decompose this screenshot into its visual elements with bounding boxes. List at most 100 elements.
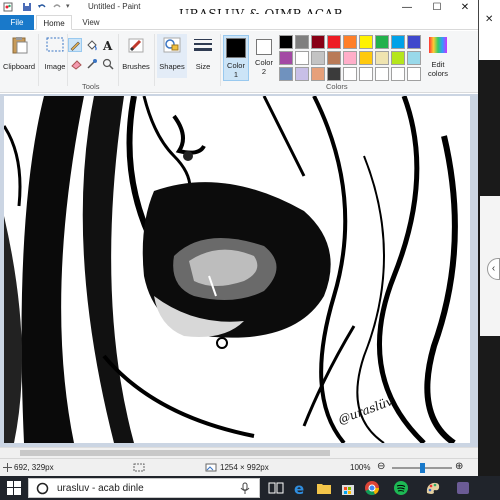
store-icon[interactable] (340, 480, 356, 496)
text-icon[interactable]: A (102, 39, 114, 51)
clipboard-button[interactable]: Clipboard (3, 34, 35, 78)
palette-swatch[interactable] (311, 67, 325, 81)
palette-swatch[interactable] (295, 35, 309, 49)
horizontal-scrollbar[interactable] (0, 447, 478, 458)
magnifier-icon[interactable] (102, 58, 114, 70)
palette-swatch[interactable] (327, 35, 341, 49)
group-separator (118, 34, 119, 86)
tab-file[interactable]: File (0, 15, 34, 30)
palette-swatch[interactable] (375, 35, 389, 49)
zoom-in-icon[interactable]: ⊕ (455, 461, 463, 472)
edit-colors-label-2: colors (427, 69, 448, 78)
minimize-button[interactable]: — (394, 0, 420, 14)
palette-swatch[interactable] (375, 51, 389, 65)
window-title: Untitled - Paint (88, 2, 141, 11)
taskbar-search-box[interactable]: urasluv - acab dinle (28, 478, 260, 498)
palette-swatch[interactable] (359, 51, 373, 65)
palette-swatch[interactable] (279, 67, 293, 81)
pencil-tool-button[interactable] (68, 38, 82, 52)
palette-swatch[interactable] (311, 35, 325, 49)
image-size-icon (205, 463, 217, 472)
picker-icon[interactable] (86, 58, 98, 70)
palette-swatch[interactable] (359, 35, 373, 49)
background-window-close-icon[interactable]: ✕ (485, 14, 493, 25)
clipboard-label: Clipboard (2, 62, 36, 71)
palette-swatch[interactable] (391, 51, 405, 65)
group-separator (38, 34, 39, 86)
maximize-button[interactable]: ☐ (424, 0, 450, 14)
color1-label: Color (227, 61, 245, 70)
tab-view[interactable]: View (76, 15, 106, 30)
svg-text:e: e (294, 480, 304, 496)
palette-swatch[interactable] (407, 67, 421, 81)
image-size: 1254 × 992px (220, 463, 269, 472)
horizontal-scroll-thumb[interactable] (20, 450, 330, 456)
paint-icon[interactable] (425, 480, 441, 496)
windows-start-icon (7, 481, 21, 495)
brushes-button[interactable]: Brushes (121, 34, 151, 78)
size-label: Size (195, 62, 211, 71)
color2-number: 2 (261, 67, 267, 76)
quick-access-dropdown-icon[interactable]: ▾ (66, 2, 78, 12)
pencil-icon (70, 41, 80, 51)
color1-button[interactable]: Color 1 (223, 35, 249, 81)
palette-swatch[interactable] (343, 35, 357, 49)
title-bar: ▾ Untitled - Paint URASLUV & QIMP ACAB —… (0, 0, 478, 21)
color2-button[interactable]: Color 2 (251, 35, 277, 79)
drawing-canvas[interactable]: @uraslüv (4, 96, 470, 443)
fill-icon[interactable] (86, 39, 98, 51)
redo-icon[interactable] (52, 2, 62, 12)
palette-swatch[interactable] (295, 51, 309, 65)
edit-colors-label: Edit (431, 60, 445, 69)
artwork-image: @uraslüv (4, 96, 470, 443)
edge-icon[interactable]: e (292, 480, 308, 496)
save-icon[interactable] (22, 2, 32, 12)
spotify-icon[interactable] (393, 480, 409, 496)
edit-colors-button[interactable]: Edit colors (424, 34, 452, 78)
taskbar-app-icon[interactable] (455, 480, 471, 496)
selection-size-icon (133, 463, 145, 472)
undo-icon[interactable] (37, 2, 47, 12)
brush-icon (128, 38, 144, 53)
palette-swatch[interactable] (391, 67, 405, 81)
palette-swatch[interactable] (279, 35, 293, 49)
palette-swatch[interactable] (359, 67, 373, 81)
taskbar: urasluv - acab dinle e (0, 476, 500, 500)
image-select-icon (46, 37, 64, 52)
palette-swatch[interactable] (311, 51, 325, 65)
zoom-out-icon[interactable]: ⊖ (377, 461, 385, 472)
size-icon (194, 39, 212, 51)
color2-label: Color (255, 58, 273, 67)
palette-swatch[interactable] (343, 67, 357, 81)
palette-swatch[interactable] (295, 67, 309, 81)
close-button[interactable]: ✕ (452, 0, 478, 14)
palette-swatch[interactable] (407, 35, 421, 49)
shapes-button[interactable]: Shapes (157, 34, 187, 78)
eraser-icon[interactable] (70, 58, 82, 70)
svg-text:A: A (102, 39, 113, 51)
start-button[interactable] (0, 476, 28, 500)
explorer-icon[interactable] (316, 480, 332, 496)
palette-swatch[interactable] (391, 35, 405, 49)
palette-swatch[interactable] (327, 67, 341, 81)
chrome-icon[interactable] (364, 480, 380, 496)
microphone-icon[interactable] (240, 482, 250, 495)
palette-swatch[interactable] (375, 67, 389, 81)
tab-home[interactable]: Home (36, 15, 72, 30)
paint-app-icon (3, 2, 13, 12)
palette-swatch[interactable] (279, 51, 293, 65)
color-palette (279, 35, 423, 81)
image-button[interactable]: Image (40, 34, 70, 78)
zoom-slider-thumb[interactable] (419, 463, 425, 473)
color1-swatch (226, 38, 246, 58)
group-separator (220, 34, 221, 86)
size-button[interactable]: Size (188, 34, 218, 78)
tools-group-label: Tools (82, 82, 100, 91)
palette-swatch[interactable] (327, 51, 341, 65)
palette-swatch[interactable] (407, 51, 421, 65)
search-icon (36, 482, 49, 495)
palette-swatch[interactable] (343, 51, 357, 65)
zoom-slider[interactable] (392, 463, 452, 473)
clipboard-icon (12, 37, 28, 54)
task-view-icon[interactable] (268, 480, 284, 496)
